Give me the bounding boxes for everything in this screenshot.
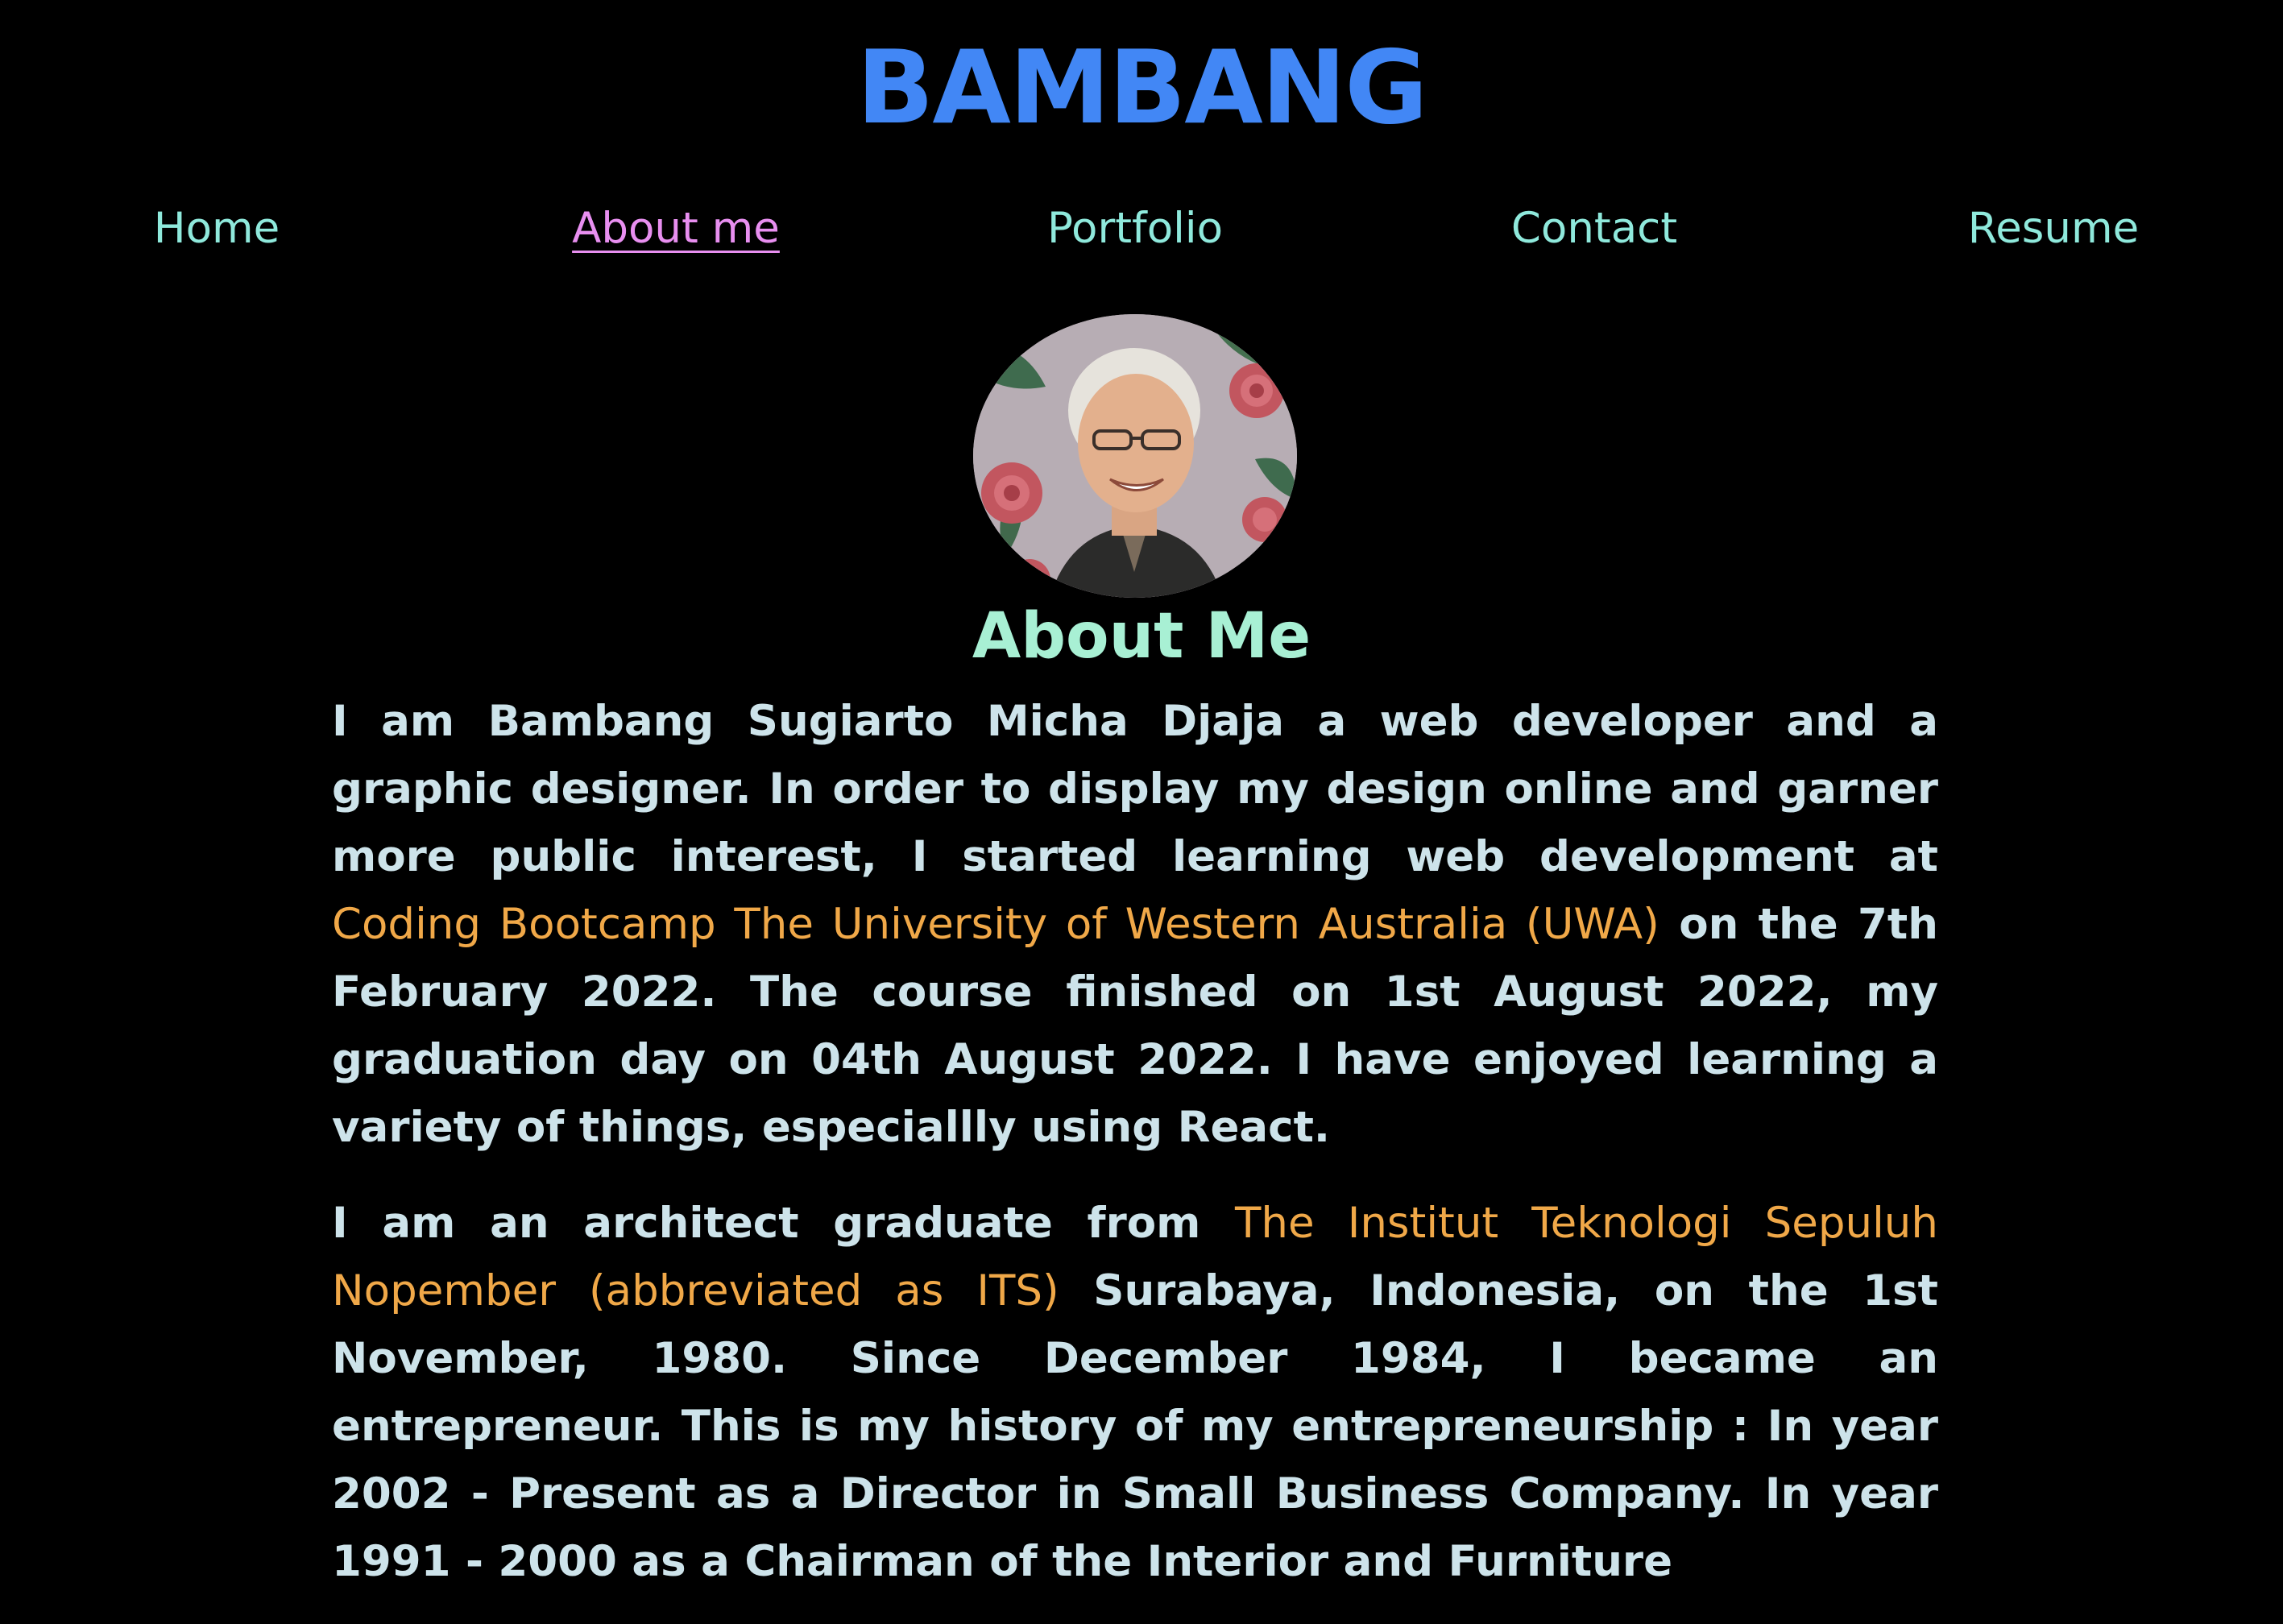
nav-link-about-me[interactable]: About me — [523, 197, 829, 261]
about-p1-text-a: I am Bambang Sugiarto Micha Djaja a web … — [332, 697, 1938, 881]
main-nav: Home About me Portfolio Contact Resume — [0, 197, 2283, 261]
about-heading: About Me — [972, 600, 1311, 673]
nav-link-home[interactable]: Home — [64, 197, 370, 261]
profile-avatar — [973, 314, 1297, 598]
about-paragraph-1: I am Bambang Sugiarto Micha Djaja a web … — [332, 688, 1938, 1162]
nav-link-portfolio[interactable]: Portfolio — [982, 197, 1288, 261]
nav-link-resume[interactable]: Resume — [1900, 197, 2206, 261]
about-paragraph-2: I am an architect graduate from The Inst… — [332, 1190, 1938, 1596]
profile-photo-image — [973, 314, 1297, 598]
uwa-bootcamp-link[interactable]: Coding Bootcamp The University of Wester… — [332, 900, 1659, 949]
about-p2-text-a: I am an architect graduate from — [332, 1199, 1236, 1248]
nav-link-contact[interactable]: Contact — [1441, 197, 1747, 261]
about-content: I am Bambang Sugiarto Micha Djaja a web … — [332, 688, 1938, 1624]
site-title: BAMBANG — [856, 28, 1427, 147]
